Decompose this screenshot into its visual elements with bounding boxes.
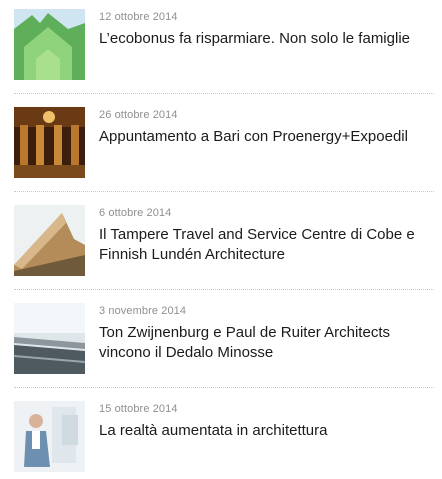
road-bridge-thumbnail[interactable] <box>14 303 85 374</box>
news-title[interactable]: L’ecobonus fa risparmiare. Non solo le f… <box>99 29 437 49</box>
news-date: 26 ottobre 2014 <box>99 109 178 121</box>
separator <box>14 93 434 94</box>
separator <box>14 191 434 192</box>
separator <box>14 387 434 388</box>
news-date: 15 ottobre 2014 <box>99 403 178 415</box>
bari-event-thumbnail[interactable] <box>14 107 85 178</box>
news-item[interactable]: 15 ottobre 2014 La realtà aumentata in a… <box>0 392 442 479</box>
building-icon <box>14 205 85 276</box>
news-item[interactable]: 6 ottobre 2014 Il Tampere Travel and Ser… <box>0 196 442 294</box>
tampere-building-thumbnail[interactable] <box>14 205 85 276</box>
news-item[interactable]: 26 ottobre 2014 Appuntamento a Bari con … <box>0 98 442 196</box>
news-title[interactable]: Ton Zwijnenburg e Paul de Ruiter Archite… <box>99 323 437 363</box>
news-title[interactable]: Il Tampere Travel and Service Centre di … <box>99 225 437 265</box>
bridge-icon <box>14 303 85 374</box>
news-item[interactable]: 3 novembre 2014 Ton Zwijnenburg e Paul d… <box>0 294 442 392</box>
hall-icon <box>14 107 85 178</box>
news-date: 3 novembre 2014 <box>99 305 187 317</box>
person-icon <box>14 401 85 472</box>
news-title[interactable]: Appuntamento a Bari con Proenergy+Expoed… <box>99 127 437 147</box>
news-title[interactable]: La realtà aumentata in architettura <box>99 421 437 441</box>
augmented-reality-thumbnail[interactable] <box>14 401 85 472</box>
ecobonus-house-thumbnail[interactable] <box>14 9 85 80</box>
news-date: 12 ottobre 2014 <box>99 11 178 23</box>
news-date: 6 ottobre 2014 <box>99 207 172 219</box>
separator <box>14 289 434 290</box>
news-item[interactable]: 12 ottobre 2014 L’ecobonus fa risparmiar… <box>0 0 442 98</box>
house-icon <box>14 9 85 80</box>
